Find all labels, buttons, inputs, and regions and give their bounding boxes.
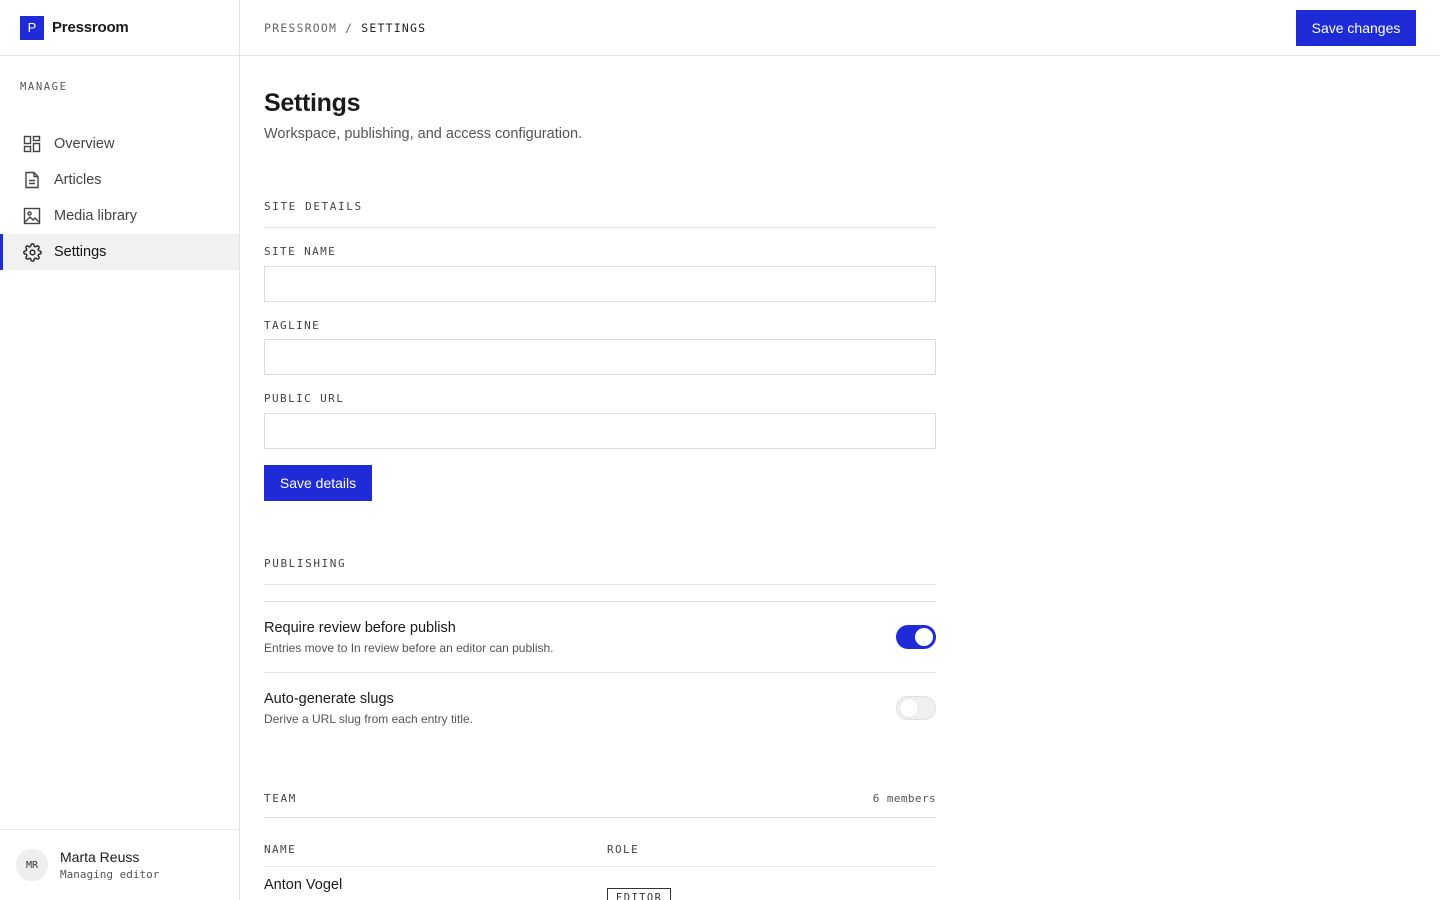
breadcrumb: PRESSROOM / SETTINGS	[264, 21, 426, 35]
gear-icon	[22, 242, 42, 262]
sidebar-item-overview[interactable]: Overview	[0, 126, 239, 162]
site-details-heading: SITE DETAILS	[264, 200, 936, 228]
image-icon	[22, 206, 42, 226]
public-url-label: PUBLIC URL	[264, 392, 345, 405]
brand[interactable]: P Pressroom	[0, 0, 239, 56]
toggle-title: Auto-generate slugs	[264, 691, 394, 707]
column-header-role: ROLE	[607, 843, 640, 856]
sidebar-item-label: Overview	[54, 136, 115, 152]
sidebar: P Pressroom MANAGE Overview Articles Med…	[0, 0, 240, 900]
page-subtitle: Workspace, publishing, and access config…	[264, 126, 583, 142]
column-header-name: NAME	[264, 843, 297, 856]
sidebar-item-label: Articles	[54, 172, 102, 188]
site-name-label: SITE NAME	[264, 245, 337, 258]
toggle-title: Require review before publish	[264, 620, 456, 636]
brand-logo: P	[20, 15, 44, 40]
breadcrumb-separator: /	[345, 20, 354, 35]
sidebar-item-media-library[interactable]: Media library	[0, 198, 239, 234]
member-name: Anton Vogel	[264, 877, 343, 893]
user-profile[interactable]: MR Marta Reuss Managing editor	[0, 829, 239, 900]
save-changes-button[interactable]: Save changes	[1296, 10, 1416, 46]
tagline-label: TAGLINE	[264, 319, 321, 332]
page-title: Settings	[264, 89, 361, 117]
require-review-toggle[interactable]	[896, 625, 936, 649]
user-name: Marta Reuss	[60, 849, 140, 865]
sidebar-item-label: Settings	[54, 244, 107, 260]
toggle-row-auto-slugs: Auto-generate slugs Derive a URL slug fr…	[264, 672, 936, 743]
site-name-input[interactable]	[264, 266, 936, 302]
breadcrumb-current: SETTINGS	[361, 20, 427, 35]
role-badge[interactable]: EDITOR	[607, 888, 672, 900]
brand-name: Pressroom	[52, 19, 129, 36]
breadcrumb-parent[interactable]: PRESSROOM	[264, 21, 337, 35]
sidebar-item-label: Media library	[54, 208, 137, 224]
save-details-button[interactable]: Save details	[264, 465, 372, 501]
team-heading-label: TEAM	[264, 792, 297, 805]
toggle-description: Entries move to In review before an edit…	[264, 641, 554, 655]
avatar: MR	[16, 849, 48, 881]
public-url-input[interactable]	[264, 413, 936, 449]
table-header-divider	[264, 866, 936, 867]
team-member-count: 6 members	[872, 792, 936, 805]
document-icon	[22, 170, 42, 190]
toggle-knob	[900, 699, 918, 717]
sidebar-item-articles[interactable]: Articles	[0, 162, 239, 198]
toggle-description: Derive a URL slug from each entry title.	[264, 712, 473, 726]
tagline-input[interactable]	[264, 339, 936, 375]
user-role: Managing editor	[60, 868, 160, 881]
publishing-heading: PUBLISHING	[264, 557, 936, 585]
auto-slugs-toggle[interactable]	[896, 696, 936, 720]
nav-section-label: MANAGE	[20, 81, 68, 93]
grid-icon	[22, 134, 42, 154]
team-heading: TEAM 6 members	[264, 792, 936, 818]
toggle-row-require-review: Require review before publish Entries mo…	[264, 601, 936, 672]
toggle-knob	[915, 628, 933, 646]
topbar: PRESSROOM / SETTINGS Save changes	[240, 0, 1440, 56]
sidebar-item-settings[interactable]: Settings	[0, 234, 239, 270]
